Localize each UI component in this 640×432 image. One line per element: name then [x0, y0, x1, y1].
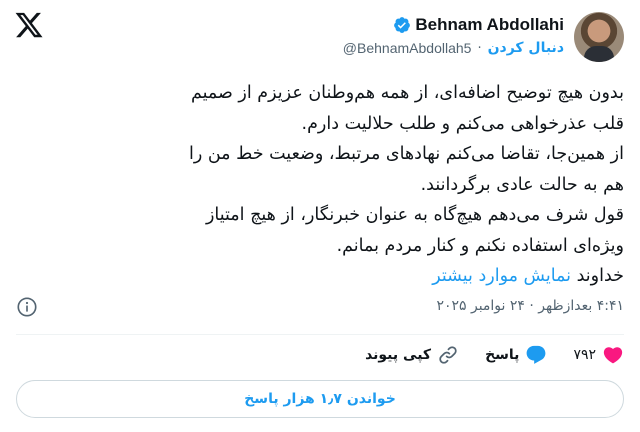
- avatar[interactable]: [574, 12, 624, 62]
- reply-button[interactable]: پاسخ: [485, 344, 547, 366]
- follow-button[interactable]: دنبال کردن: [488, 40, 564, 56]
- tweet-line: از همین‌جا، تقاضا می‌کنم نهادهای مرتبط، …: [188, 144, 624, 164]
- info-icon[interactable]: [16, 296, 38, 318]
- read-replies-button[interactable]: خواندن ۱٫۷ هزار پاسخ: [16, 380, 624, 418]
- author-name-row: Behnam Abdollahi: [393, 15, 564, 35]
- action-bar: ۷۹۲ پاسخ کپی پیوند: [365, 344, 624, 366]
- like-button[interactable]: ۷۹۲: [573, 344, 624, 366]
- reply-label: پاسخ: [485, 347, 520, 363]
- copy-link-label: کپی پیوند: [365, 347, 432, 363]
- tweet-line: قلب عذرخواهی می‌کنم و طلب حلالیت دارم.: [301, 113, 624, 134]
- divider: [16, 334, 624, 335]
- author-name[interactable]: Behnam Abdollahi: [415, 15, 564, 35]
- heart-icon: [603, 347, 623, 364]
- verified-badge-icon: [394, 17, 411, 33]
- tweet-line: بدون هیچ توضیح اضافه‌ای، از همه هم‌وطنان…: [190, 83, 624, 103]
- tweet-time: ۴:۴۱ بعدازظهر: [538, 298, 624, 314]
- meta-separator: ·: [529, 298, 534, 314]
- tweet-timestamp[interactable]: ۴:۴۱ بعدازظهر · ۲۴ نوامبر ۲۰۲۵: [436, 298, 624, 314]
- tweet-header: Behnam Abdollahi دنبال کردن · @BehnamAbd…: [343, 12, 624, 62]
- author-identity: Behnam Abdollahi دنبال کردن · @BehnamAbd…: [343, 12, 564, 56]
- like-count: ۷۹۲: [573, 347, 596, 363]
- separator-dot: ·: [477, 40, 482, 56]
- tweet-line: هم به حالت عادی برگردانند.: [420, 174, 624, 195]
- tweet-date: ۲۴ نوامبر ۲۰۲۵: [436, 298, 525, 314]
- tweet-text: بدون هیچ توضیح اضافه‌ای، از همه هم‌وطنان…: [24, 78, 624, 292]
- link-icon: [439, 346, 457, 364]
- tweet-line: قول شرف می‌دهم هیچ‌گاه به عنوان خبرنگار،…: [205, 205, 624, 225]
- x-logo-icon[interactable]: [14, 10, 44, 40]
- show-more-link[interactable]: نمایش موارد بیشتر: [432, 266, 571, 286]
- author-sub-row: دنبال کردن · @BehnamAbdollah5: [343, 40, 564, 56]
- tweet-last-line-prefix: خداوند: [571, 266, 624, 286]
- copy-link-button[interactable]: کپی پیوند: [365, 344, 459, 366]
- author-handle[interactable]: @BehnamAbdollah5: [343, 40, 472, 56]
- tweet-last-line: خداوند نمایش موارد بیشتر: [24, 261, 624, 292]
- reply-icon: [527, 345, 546, 364]
- tweet-line: ویژه‌ای استفاده نکنم و کنار مردم بمانم.: [336, 235, 624, 256]
